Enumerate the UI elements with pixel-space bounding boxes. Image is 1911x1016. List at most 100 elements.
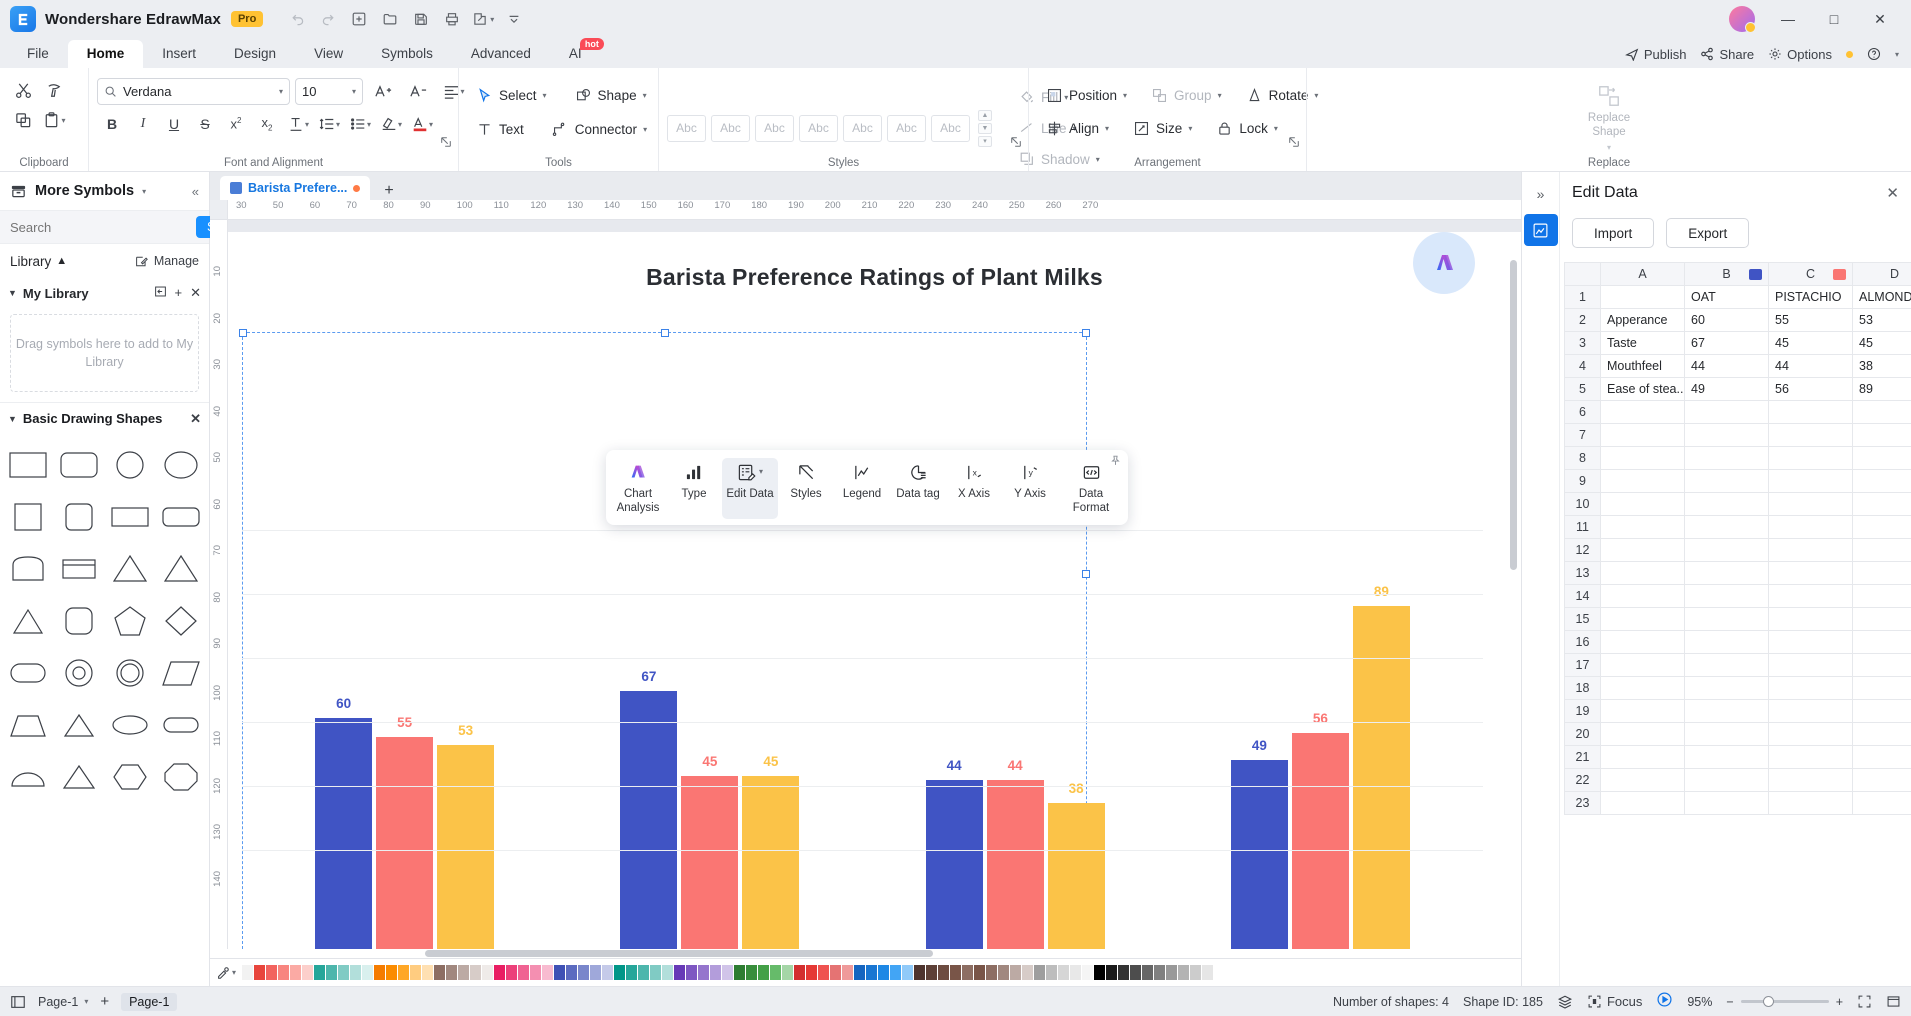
color-swatch[interactable]: [1046, 965, 1057, 980]
table-row[interactable]: 19: [1565, 700, 1911, 723]
cell-b[interactable]: 60: [1685, 309, 1769, 332]
table-row[interactable]: 2Apperance605553: [1565, 309, 1911, 332]
row-number[interactable]: 3: [1565, 332, 1601, 355]
resize-handle-tl[interactable]: [239, 329, 247, 337]
cell-d[interactable]: [1853, 723, 1911, 746]
add-library-icon[interactable]: +: [175, 285, 183, 301]
cell-b[interactable]: [1685, 493, 1769, 516]
row-number[interactable]: 17: [1565, 654, 1601, 677]
column-header-b[interactable]: B: [1685, 263, 1769, 286]
color-swatch[interactable]: [866, 965, 877, 980]
text-tool-button[interactable]: Text: [467, 114, 533, 144]
font-color-button[interactable]: ▾: [407, 110, 437, 138]
lock-button[interactable]: Lock▾: [1207, 113, 1287, 143]
cell-a[interactable]: [1601, 539, 1685, 562]
color-swatch[interactable]: [686, 965, 697, 980]
print-icon[interactable]: [438, 6, 466, 32]
menu-insert[interactable]: Insert: [143, 40, 215, 68]
cell-c[interactable]: [1769, 585, 1853, 608]
font-dialog-launcher-icon[interactable]: [440, 136, 452, 151]
color-swatch[interactable]: [1190, 965, 1201, 980]
color-swatch[interactable]: [290, 965, 301, 980]
color-swatch[interactable]: [734, 965, 745, 980]
chart-bar[interactable]: 45: [681, 776, 738, 949]
table-row[interactable]: 23: [1565, 792, 1911, 815]
color-swatch[interactable]: [506, 965, 517, 980]
styles-dialog-launcher-icon[interactable]: [1010, 136, 1022, 151]
shape-cloud[interactable]: [106, 700, 155, 750]
cell-d[interactable]: [1853, 700, 1911, 723]
shape-pill[interactable]: [4, 648, 53, 698]
line-spacing-button[interactable]: ▾: [314, 110, 344, 138]
color-swatch[interactable]: [770, 965, 781, 980]
cell-a[interactable]: [1601, 654, 1685, 677]
chart-x-axis-button[interactable]: x X Axis: [946, 458, 1002, 519]
text-highlight-button[interactable]: ▾: [376, 110, 406, 138]
edit-data-button[interactable]: ▾ Edit Data: [722, 458, 778, 519]
cell-c[interactable]: [1769, 723, 1853, 746]
color-swatch[interactable]: [1070, 965, 1081, 980]
chart-bar[interactable]: 55: [376, 737, 433, 949]
table-row[interactable]: 8: [1565, 447, 1911, 470]
chart-bar[interactable]: 67: [620, 691, 677, 949]
italic-button[interactable]: I: [128, 110, 158, 138]
group-button[interactable]: Group▾: [1142, 80, 1231, 110]
cell-d[interactable]: 53: [1853, 309, 1911, 332]
color-swatch[interactable]: [962, 965, 973, 980]
focus-mode-button[interactable]: Focus: [1587, 994, 1642, 1009]
fit-screen-button[interactable]: [1857, 994, 1872, 1009]
color-swatch[interactable]: [566, 965, 577, 980]
row-number[interactable]: 19: [1565, 700, 1601, 723]
cell-b[interactable]: 44: [1685, 355, 1769, 378]
color-swatch[interactable]: [974, 965, 985, 980]
color-swatch[interactable]: [1034, 965, 1045, 980]
table-row[interactable]: 11: [1565, 516, 1911, 539]
row-number[interactable]: 12: [1565, 539, 1601, 562]
cell-b[interactable]: [1685, 631, 1769, 654]
style-swatch[interactable]: Abc: [667, 115, 706, 142]
color-swatch[interactable]: [1154, 965, 1165, 980]
color-swatch[interactable]: [1118, 965, 1129, 980]
close-button[interactable]: ✕: [1859, 0, 1901, 38]
color-swatches[interactable]: [242, 965, 1213, 980]
cell-b[interactable]: [1685, 700, 1769, 723]
text-style-button[interactable]: ▾: [283, 110, 313, 138]
cell-a[interactable]: [1601, 493, 1685, 516]
zoom-out-button[interactable]: −: [1726, 995, 1733, 1009]
color-swatch[interactable]: [710, 965, 721, 980]
decrease-font-button[interactable]: [403, 77, 433, 105]
chart-bar[interactable]: 56: [1292, 733, 1349, 949]
color-swatch[interactable]: [806, 965, 817, 980]
row-number[interactable]: 14: [1565, 585, 1601, 608]
cell-c[interactable]: [1769, 539, 1853, 562]
color-swatch[interactable]: [674, 965, 685, 980]
color-swatch[interactable]: [842, 965, 853, 980]
cell-d[interactable]: [1853, 792, 1911, 815]
color-swatch[interactable]: [578, 965, 589, 980]
color-swatch[interactable]: [590, 965, 601, 980]
avatar[interactable]: [1729, 6, 1755, 32]
color-swatch[interactable]: [662, 965, 673, 980]
drawing-sheet[interactable]: Barista Preference Ratings of Plant Milk…: [228, 220, 1521, 949]
paste-button[interactable]: ▾: [39, 106, 69, 134]
cell-c[interactable]: 55: [1769, 309, 1853, 332]
color-swatch[interactable]: [374, 965, 385, 980]
color-swatch[interactable]: [350, 965, 361, 980]
cell-b[interactable]: 49: [1685, 378, 1769, 401]
series-color-swatch-b[interactable]: [1749, 269, 1762, 280]
color-swatch[interactable]: [362, 965, 373, 980]
format-painter-button[interactable]: [39, 76, 69, 104]
import-button[interactable]: Import: [1572, 218, 1654, 248]
color-swatch[interactable]: [638, 965, 649, 980]
color-swatch[interactable]: [482, 965, 493, 980]
shape-square[interactable]: [4, 492, 53, 542]
save-icon[interactable]: [407, 6, 435, 32]
increase-font-button[interactable]: [368, 77, 398, 105]
style-scroll-up-icon[interactable]: ▲: [978, 110, 992, 121]
row-number[interactable]: 9: [1565, 470, 1601, 493]
fullscreen-button[interactable]: [1886, 994, 1901, 1009]
row-number[interactable]: 16: [1565, 631, 1601, 654]
color-swatch[interactable]: [698, 965, 709, 980]
color-swatch[interactable]: [890, 965, 901, 980]
color-swatch[interactable]: [626, 965, 637, 980]
